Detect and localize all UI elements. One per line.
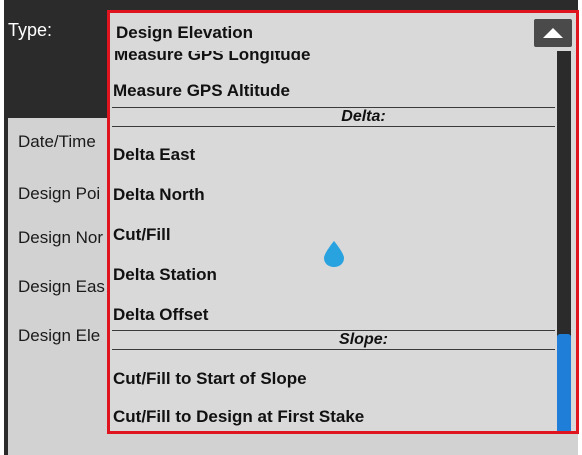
field-label-design-northing: Design Nor: [18, 228, 104, 247]
field-label-design-elevation: Design Ele: [18, 326, 101, 345]
chevron-up-icon: [543, 28, 563, 38]
section-label-delta: Delta:: [341, 108, 386, 125]
section-header-slope: Slope:: [112, 330, 555, 350]
list-item-cut-fill-design-first-stake[interactable]: Cut/Fill to Design at First Stake: [113, 407, 364, 427]
type-label: Type:: [8, 20, 53, 40]
field-label-design-point: Design Poi: [18, 184, 101, 203]
field-label-date-time: Date/Time: [18, 132, 96, 151]
list-item-delta-north[interactable]: Delta North: [113, 185, 205, 205]
dropdown-header[interactable]: Design Elevation: [110, 13, 576, 51]
list-item-cut-fill-start-of-slope[interactable]: Cut/Fill to Start of Slope: [113, 369, 307, 389]
dropdown-selected-value: Design Elevation: [116, 23, 253, 42]
scrollbar-thumb[interactable]: [557, 334, 571, 431]
list-item-measure-gps-longitude[interactable]: Measure GPS Longitude: [114, 51, 310, 65]
field-label-design-easting: Design Eas: [18, 277, 105, 296]
list-item-delta-offset[interactable]: Delta Offset: [113, 305, 208, 325]
section-header-delta: Delta:: [112, 107, 555, 127]
type-dropdown[interactable]: Design Elevation Measure GPS Longitude M…: [107, 10, 579, 434]
dropdown-scrollbar[interactable]: [557, 51, 571, 431]
list-item-measure-gps-altitude[interactable]: Measure GPS Altitude: [113, 81, 290, 101]
water-drop-icon: [324, 241, 344, 267]
list-item-delta-east[interactable]: Delta East: [113, 145, 195, 165]
section-label-slope: Slope:: [339, 331, 388, 348]
list-item-cut-fill[interactable]: Cut/Fill: [113, 225, 171, 245]
list-item-delta-station[interactable]: Delta Station: [113, 265, 217, 285]
dropdown-collapse-button[interactable]: [534, 19, 572, 47]
